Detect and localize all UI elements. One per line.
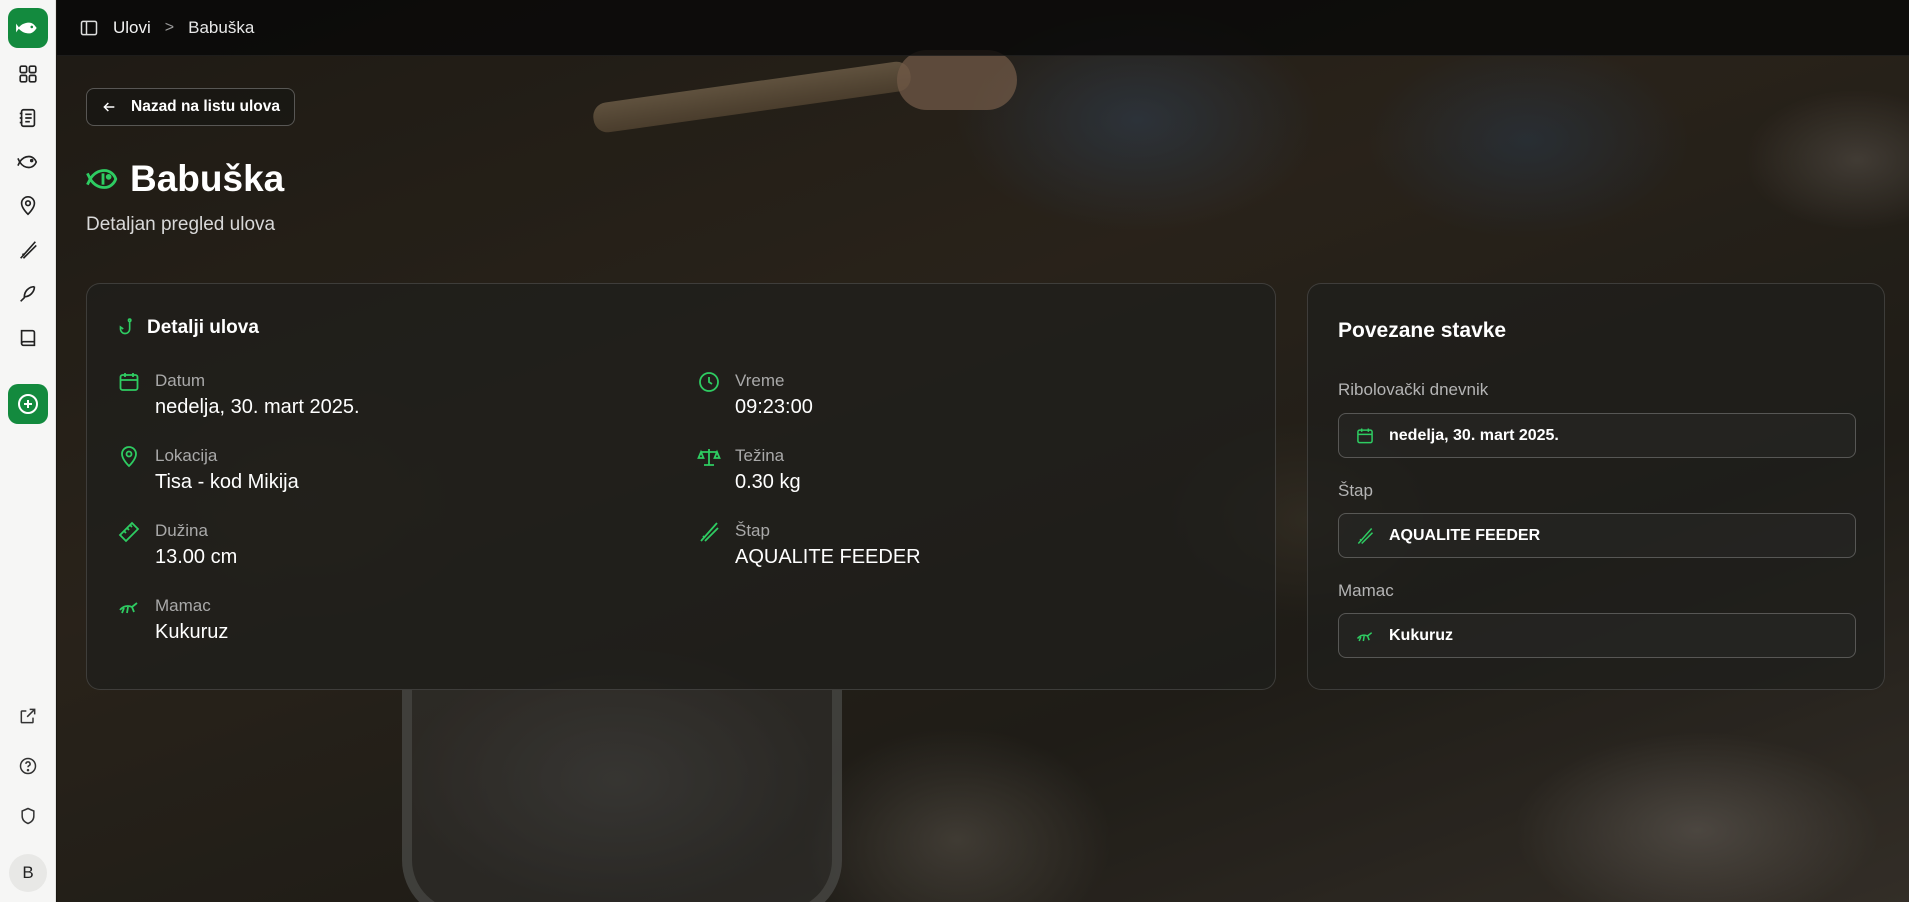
back-button-label: Nazad na listu ulova: [131, 98, 281, 115]
lure-icon: [19, 285, 35, 302]
bait-icon: [1356, 631, 1373, 641]
page-title: Babuška: [130, 158, 285, 199]
sidebar-item-catches[interactable]: [11, 146, 45, 178]
breadcrumb-current: Babuška: [188, 17, 255, 37]
add-catch-button[interactable]: [7, 384, 48, 424]
related-journal-link[interactable]: nedelja, 30. mart 2025.: [1338, 413, 1856, 458]
related-rod-value: AQUALITE FEEDER: [1389, 526, 1541, 544]
main-area: Ulovi > Babuška Nazad na listu ulova Bab…: [57, 0, 1909, 902]
sidebar-item-rods[interactable]: [11, 234, 45, 266]
field-duzina: Dužina 13.00 cm: [117, 520, 237, 572]
related-bait-link[interactable]: Kukuruz: [1338, 613, 1856, 658]
sidebar-item-journal[interactable]: [11, 102, 45, 134]
field-vreme: Vreme 09:23:00: [697, 370, 813, 422]
bait-icon: [119, 602, 138, 614]
mamac-value: Kukuruz: [155, 621, 229, 643]
tezina-value: 0.30 kg: [735, 471, 801, 493]
fish-icon: [16, 155, 37, 169]
sidebar-item-guide[interactable]: [11, 322, 45, 354]
fishing-rod-icon: [19, 241, 37, 259]
lokacija-label: Lokacija: [155, 446, 218, 465]
sidebar-nav: [11, 58, 45, 354]
sidebar-toggle-icon: [80, 20, 98, 35]
external-link-button[interactable]: [11, 700, 45, 732]
sidebar-toggle-button[interactable]: [79, 18, 99, 38]
scale-icon: [697, 449, 721, 466]
sidebar: B: [0, 0, 56, 902]
top-bar: Ulovi > Babuška: [57, 0, 1909, 56]
catch-details-card: Detalji ulova Datum nedelja, 30. mart 20…: [86, 283, 1276, 690]
map-pin-icon: [121, 446, 137, 468]
field-mamac: Mamac Kukuruz: [117, 595, 228, 647]
related-items-card: Povezane stavke Ribolovački dnevnik nede…: [1307, 283, 1885, 690]
hook-icon: [119, 318, 132, 335]
privacy-button[interactable]: [11, 800, 45, 832]
details-card-title: Detalji ulova: [147, 317, 259, 338]
vreme-label: Vreme: [735, 371, 785, 390]
field-datum: Datum nedelja, 30. mart 2025.: [117, 370, 360, 422]
field-lokacija: Lokacija Tisa - kod Mikija: [117, 445, 299, 497]
breadcrumb: Ulovi > Babuška: [113, 18, 254, 38]
field-tezina: Težina 0.30 kg: [697, 445, 801, 497]
page-header: Babuška: [86, 158, 284, 200]
sidebar-bottom: B: [0, 700, 56, 902]
app-logo[interactable]: [7, 8, 48, 48]
fishing-rod-icon: [1357, 527, 1374, 544]
notebook-icon: [19, 108, 35, 128]
fish-icon: [86, 169, 118, 189]
shield-icon: [21, 807, 35, 825]
related-journal-value: nedelja, 30. mart 2025.: [1389, 426, 1559, 444]
help-circle-icon: [19, 757, 37, 775]
details-card-header: Detalji ulova: [115, 317, 259, 339]
datum-value: nedelja, 30. mart 2025.: [155, 396, 360, 418]
journal-label: Ribolovački dnevnik: [1338, 380, 1489, 399]
datum-label: Datum: [155, 371, 206, 390]
fish-logo-icon: [15, 22, 37, 34]
help-button[interactable]: [11, 750, 45, 782]
related-card-title: Povezane stavke: [1338, 319, 1507, 342]
clock-icon: [699, 372, 719, 392]
page-subtitle: Detaljan pregled ulova: [86, 214, 276, 235]
grid-icon: [18, 65, 37, 83]
plus-circle-icon: [17, 394, 38, 414]
sidebar-item-locations[interactable]: [11, 190, 45, 222]
sidebar-item-baits[interactable]: [11, 278, 45, 310]
map-pin-icon: [20, 196, 35, 216]
related-rod-link[interactable]: AQUALITE FEEDER: [1338, 513, 1856, 558]
arrow-left-icon: [103, 102, 115, 112]
user-avatar[interactable]: B: [9, 854, 47, 892]
back-to-list-button[interactable]: Nazad na listu ulova: [86, 88, 296, 126]
stap-value: AQUALITE FEEDER: [735, 546, 921, 568]
bait-label: Mamac: [1338, 581, 1394, 600]
fishing-rod-icon: [700, 522, 719, 542]
vreme-value: 09:23:00: [735, 396, 813, 418]
breadcrumb-separator: >: [164, 18, 175, 36]
sidebar-item-dashboard[interactable]: [11, 58, 45, 90]
lokacija-value: Tisa - kod Mikija: [155, 471, 299, 493]
related-bait-value: Kukuruz: [1389, 626, 1453, 644]
field-stap: Štap AQUALITE FEEDER: [697, 520, 921, 572]
duzina-value: 13.00 cm: [155, 546, 238, 568]
rod-label: Štap: [1338, 481, 1373, 500]
book-icon: [20, 329, 35, 347]
calendar-icon: [1357, 428, 1373, 443]
breadcrumb-root[interactable]: Ulovi: [113, 18, 151, 38]
mamac-label: Mamac: [155, 596, 211, 615]
tezina-label: Težina: [735, 446, 785, 465]
calendar-icon: [119, 373, 139, 391]
avatar-initial: B: [22, 863, 34, 882]
ruler-icon: [118, 521, 140, 543]
stap-label: Štap: [735, 521, 770, 540]
external-link-icon: [20, 708, 36, 724]
duzina-label: Dužina: [155, 521, 208, 540]
